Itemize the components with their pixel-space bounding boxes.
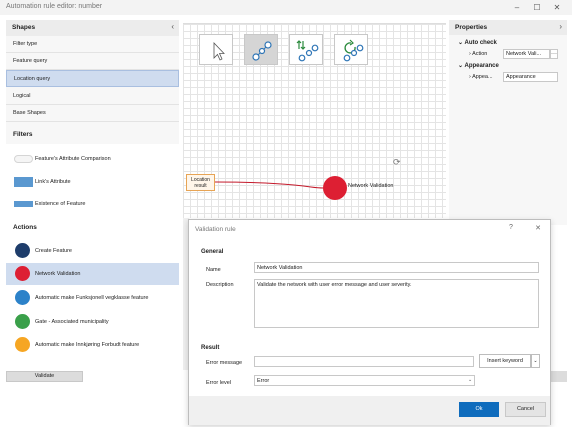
filters-heading: Filters bbox=[13, 131, 33, 138]
filter-existence-of-feature[interactable]: Existence of Feature bbox=[6, 193, 179, 215]
chevron-down-icon[interactable]: ⌄ bbox=[531, 354, 540, 368]
circle-icon bbox=[15, 266, 30, 281]
insert-keyword-button[interactable]: Insert keyword bbox=[479, 354, 531, 368]
location-result-node[interactable]: Location result bbox=[186, 174, 215, 191]
auto-check-title: Auto check bbox=[464, 40, 497, 46]
circle-icon bbox=[15, 337, 30, 352]
action-innkjoring-forbudt[interactable]: Automatic make Innkjøring Forbudt featur… bbox=[6, 334, 179, 356]
appearance-label: Appea... bbox=[472, 74, 493, 80]
properties-title: Properties bbox=[455, 24, 488, 31]
close-button[interactable]: ✕ bbox=[551, 2, 563, 13]
window-title: Automation rule editor: number bbox=[6, 3, 103, 10]
sort-tool[interactable] bbox=[289, 34, 323, 65]
filter-label: Feature's Attribute Comparison bbox=[35, 156, 111, 162]
action-label: Action bbox=[472, 51, 488, 57]
name-label: Name bbox=[206, 267, 221, 273]
network-validation-node[interactable] bbox=[323, 176, 347, 200]
action-value-field[interactable]: Network Vali... bbox=[503, 49, 550, 59]
pointer-tool[interactable] bbox=[199, 34, 233, 65]
action-funksjonell-vegklasse[interactable]: Automatic make Funksjonell vegklasse fea… bbox=[6, 287, 179, 309]
error-message-label: Error message bbox=[206, 360, 243, 366]
dialog-title: Validation rule bbox=[195, 226, 236, 233]
result-heading: Result bbox=[201, 345, 220, 351]
appearance-group[interactable]: ⌄ Appearance bbox=[458, 62, 499, 69]
filter-label: Existence of Feature bbox=[35, 201, 86, 207]
description-label: Description bbox=[206, 282, 234, 288]
category-label: Filter type bbox=[13, 41, 38, 47]
ellipsis-button[interactable]: ··· bbox=[550, 49, 558, 59]
error-level-label: Error level bbox=[206, 380, 232, 386]
action-create-feature[interactable]: Create Feature bbox=[6, 240, 179, 262]
validation-rule-dialog: Validation rule ? ✕ General Name Network… bbox=[188, 219, 551, 425]
action-label: Gate - Associated municipality bbox=[35, 319, 109, 325]
category-location-query[interactable]: Location query bbox=[6, 70, 179, 87]
action-label: Automatic make Funksjonell vegklasse fea… bbox=[35, 295, 149, 301]
validate-button[interactable]: Validate bbox=[6, 371, 83, 382]
properties-header: Properties › bbox=[449, 20, 567, 35]
action-network-validation[interactable]: Network Validation bbox=[6, 263, 179, 285]
ok-button[interactable]: Ok bbox=[459, 402, 499, 417]
category-base-shapes[interactable]: Base Shapes bbox=[6, 105, 179, 122]
shapes-panel-title: Shapes bbox=[12, 24, 36, 31]
error-level-select[interactable]: Error bbox=[254, 375, 475, 386]
circle-icon bbox=[15, 243, 30, 258]
action-row-label: › Action bbox=[469, 51, 488, 57]
auto-check-group[interactable]: ⌄ Auto check bbox=[458, 39, 497, 46]
rect-icon bbox=[14, 177, 33, 187]
filter-attribute-comparison[interactable]: Feature's Attribute Comparison bbox=[6, 148, 179, 170]
circle-icon bbox=[15, 290, 30, 305]
filter-label: Link's Attribute bbox=[35, 179, 71, 185]
name-field[interactable]: Network Validation bbox=[254, 262, 539, 273]
right-button-strip bbox=[549, 371, 567, 382]
category-filter-type[interactable]: Filter type bbox=[6, 36, 179, 53]
dialog-close-button[interactable]: ✕ bbox=[533, 224, 543, 232]
cancel-button[interactable]: Cancel bbox=[505, 402, 546, 417]
action-label: Automatic make Innkjøring Forbudt featur… bbox=[35, 342, 140, 348]
network-validation-node-label: Network Validation bbox=[348, 183, 394, 189]
actions-heading: Actions bbox=[13, 224, 37, 231]
refresh-icon bbox=[343, 39, 364, 62]
appearance-row-label: › Appea... bbox=[469, 74, 493, 80]
error-message-field[interactable] bbox=[254, 356, 474, 367]
pointer-icon bbox=[213, 42, 225, 61]
connect-icon bbox=[252, 41, 272, 61]
minimize-button[interactable]: – bbox=[511, 2, 523, 13]
appearance-title: Appearance bbox=[464, 63, 499, 69]
category-label: Base Shapes bbox=[13, 110, 46, 116]
category-feature-query[interactable]: Feature query bbox=[6, 53, 179, 70]
connector-line bbox=[214, 181, 325, 189]
action-label: Create Feature bbox=[35, 248, 72, 254]
shapes-panel: Shapes ‹ Filter type Feature query Locat… bbox=[6, 20, 179, 358]
description-field[interactable]: Validate the network with user error mes… bbox=[254, 279, 539, 328]
appearance-value-field[interactable]: Appearance bbox=[503, 72, 558, 82]
category-label: Location query bbox=[14, 76, 51, 82]
rect-icon bbox=[14, 201, 33, 207]
general-heading: General bbox=[201, 249, 224, 255]
collapse-chevron-icon[interactable]: ‹ bbox=[171, 22, 174, 31]
circle-icon bbox=[15, 314, 30, 329]
rotate-icon[interactable]: ⟳ bbox=[393, 157, 401, 168]
maximize-button[interactable]: ☐ bbox=[531, 2, 543, 13]
shapes-panel-header: Shapes ‹ bbox=[6, 20, 179, 36]
category-label: Feature query bbox=[13, 58, 48, 64]
action-label: Network Validation bbox=[35, 271, 81, 277]
connect-tool[interactable] bbox=[244, 34, 278, 65]
refresh-tool[interactable] bbox=[334, 34, 368, 65]
help-button[interactable]: ? bbox=[506, 224, 516, 231]
filter-links-attribute[interactable]: Link's Attribute bbox=[6, 171, 179, 193]
action-gate-municipality[interactable]: Gate - Associated municipality bbox=[6, 311, 179, 333]
category-logical[interactable]: Logical bbox=[6, 88, 179, 105]
expand-chevron-icon[interactable]: › bbox=[559, 22, 562, 31]
category-label: Logical bbox=[13, 93, 31, 99]
pill-icon bbox=[14, 155, 33, 163]
select-arrow-icon: ⌄ bbox=[468, 377, 473, 383]
title-bar: Automation rule editor: number – ☐ ✕ bbox=[0, 0, 572, 15]
sort-icon bbox=[296, 40, 319, 62]
